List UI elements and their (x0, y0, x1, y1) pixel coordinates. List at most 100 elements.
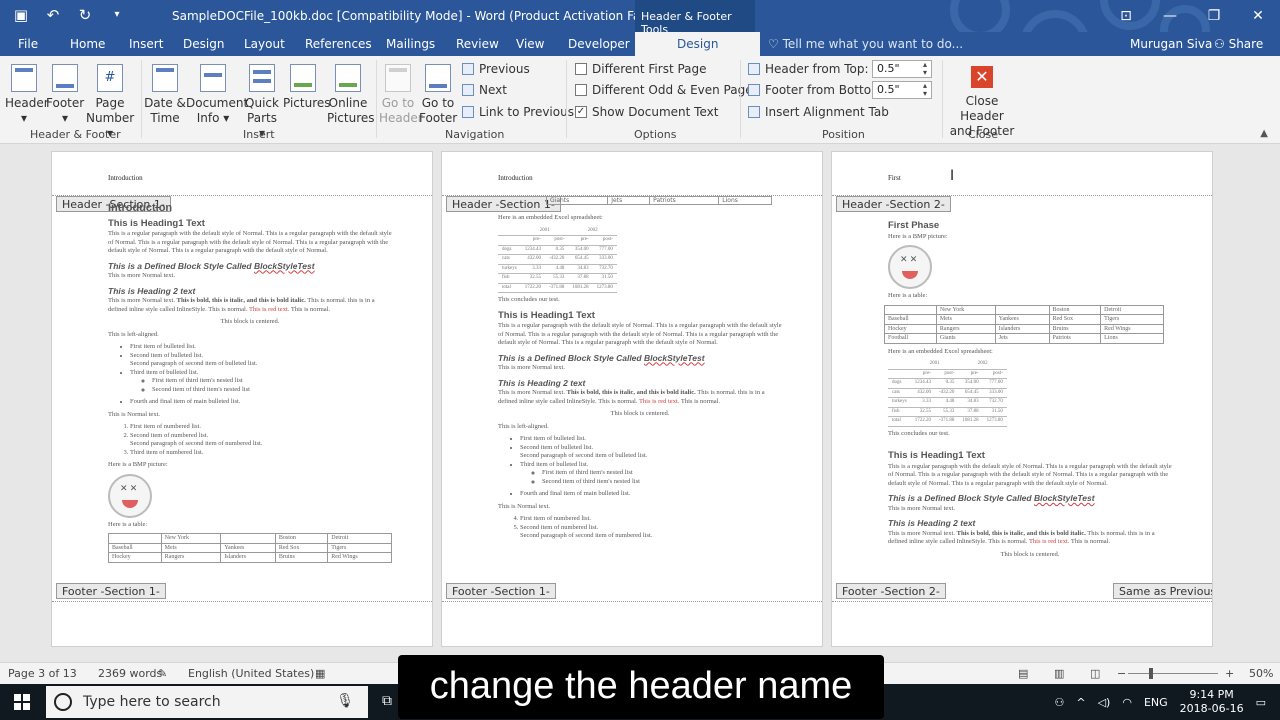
list-item: First item of third item's nested list (152, 377, 392, 386)
tab-design[interactable]: Design (183, 37, 224, 51)
minimize-button[interactable]: — (1148, 0, 1192, 32)
tell-me-search[interactable]: ♡ Tell me what you want to do... (768, 37, 963, 51)
tab-view[interactable]: View (516, 37, 544, 51)
tab-insert[interactable]: Insert (129, 37, 163, 51)
sports-table: New York Boston Detroit Baseball Mets Yankee… (108, 533, 392, 563)
header-text[interactable]: Introduction (498, 174, 533, 182)
taskbar-search[interactable]: Type here to search 🎙 (46, 686, 368, 718)
list-item: Second paragraph of second item of bulle… (520, 452, 648, 459)
pictures-button[interactable]: Pictures (283, 64, 331, 111)
show-document-text-checkbox[interactable]: ✓ Show Document Text (575, 105, 718, 119)
user-name[interactable]: Murugan Siva (1130, 37, 1212, 51)
excel-col (498, 235, 521, 246)
next-button[interactable]: Next (462, 83, 507, 97)
tab-developer[interactable]: Developer (568, 37, 630, 51)
redo-icon[interactable]: ↻ (76, 6, 94, 24)
zoom-in-icon[interactable]: + (1225, 667, 1234, 680)
zoom-slider[interactable] (1128, 673, 1218, 674)
language[interactable]: English (United States) (188, 667, 314, 680)
web-layout-icon[interactable]: ◫ (1090, 667, 1100, 680)
table-cell: Jets (994, 333, 1050, 344)
alignment-tab-icon (748, 106, 760, 118)
block-style-text: This is a Defined Block Style Called (888, 493, 1034, 503)
task-view-icon[interactable]: ⧉ (382, 693, 392, 709)
volume-icon[interactable]: ◁) (1098, 696, 1111, 709)
zoom-level[interactable]: 50% (1249, 667, 1273, 680)
zoom-slider-thumb[interactable] (1149, 668, 1153, 679)
document-info-button[interactable]: Document Info ▾ (186, 64, 248, 126)
previous-button[interactable]: Previous (462, 62, 530, 76)
more-icon[interactable]: ▾ (108, 6, 126, 24)
undo-icon[interactable]: ↶ (44, 6, 62, 24)
read-mode-icon[interactable]: ▤ (1018, 667, 1028, 680)
maximize-button[interactable]: ❐ (1192, 0, 1236, 32)
list-item: Second item of third item's nested list (152, 386, 392, 395)
header-text[interactable]: Introduction (108, 174, 143, 182)
table-cell: Red Sox (274, 542, 329, 553)
notifications-icon[interactable]: ▭ (1256, 696, 1266, 709)
excel-col: post- (544, 235, 569, 246)
table-cell: Baseball (884, 314, 937, 325)
intro-heading: Introduction (108, 202, 173, 214)
network-icon[interactable]: ◠ (1122, 696, 1132, 709)
normal-paragraph: This is a regular paragraph with the def… (108, 230, 392, 254)
header-text[interactable]: First (888, 174, 901, 182)
word-count[interactable]: 2369 words (98, 667, 162, 680)
different-odd-even-checkbox[interactable]: Different Odd & Even Pages (575, 83, 759, 97)
people-icon[interactable]: ⚇ (1054, 696, 1064, 709)
save-icon[interactable]: ▣ (12, 6, 30, 24)
footer-from-bottom-input[interactable]: 0.5" (872, 81, 932, 99)
windows-start-icon[interactable] (14, 694, 30, 710)
show-text-label: Show Document Text (592, 105, 719, 119)
tab-hf-design[interactable]: Design (635, 32, 761, 56)
excel-cell: 3.33 (910, 397, 935, 408)
insert-alignment-tab-button[interactable]: Insert Alignment Tab (748, 105, 889, 119)
date-time-button[interactable]: Date & Time (144, 64, 186, 126)
excel-cell: 654.45 (958, 388, 983, 398)
zoom-out-icon[interactable]: − (1117, 667, 1126, 680)
excel-col: pre- (568, 235, 593, 246)
separator (740, 60, 741, 138)
print-layout-icon[interactable]: ▥ (1054, 667, 1064, 680)
header-from-top-input[interactable]: 0.5" (872, 60, 932, 78)
tab-file[interactable]: File (18, 37, 38, 51)
collapse-ribbon-icon[interactable]: ▲ (1260, 128, 1268, 139)
close-label-1: Close Header (960, 94, 1004, 123)
window-controls: ⊡ — ❐ ✕ (1104, 0, 1280, 32)
link-to-previous-button[interactable]: Link to Previous (462, 105, 574, 119)
clock[interactable]: 9:14 PM 2018-06-16 (1180, 688, 1244, 716)
keyboard-lang[interactable]: ENG (1144, 696, 1168, 709)
text-cursor-icon: I (950, 168, 955, 184)
tab-mailings[interactable]: Mailings (386, 37, 435, 51)
go-to-header-button[interactable]: Go to Header (379, 64, 423, 126)
tab-layout[interactable]: Layout (244, 37, 285, 51)
tab-home[interactable]: Home (70, 37, 105, 51)
first-phase-heading: First Phase (888, 220, 940, 231)
header-button[interactable]: Header ▾ (5, 64, 49, 126)
footer-button[interactable]: Footer ▾ (46, 64, 84, 126)
left-aligned-text: This is left-aligned. (498, 422, 549, 430)
microphone-icon[interactable]: 🎙 (336, 693, 354, 709)
heading-2: This is Heading 2 text (498, 377, 586, 388)
share-button[interactable]: ⚇ Share (1214, 37, 1263, 51)
page-count[interactable]: Page 3 of 13 (8, 667, 77, 680)
go-to-footer-button[interactable]: Go to Footer (419, 64, 457, 126)
tab-references[interactable]: References (305, 37, 372, 51)
concludes-text: This concludes our test. (498, 296, 560, 303)
online-label-1: Online (328, 96, 368, 110)
table-cell: Boston (1048, 304, 1102, 315)
macro-icon[interactable]: ▦ (315, 667, 325, 680)
inline-red: This is red text. (1028, 538, 1070, 545)
different-first-page-checkbox[interactable]: Different First Page (575, 62, 707, 76)
excel-cell: 732.70 (592, 264, 617, 274)
chevron-up-icon[interactable]: ^ (1076, 696, 1085, 709)
online-pictures-button[interactable]: Online Pictures (327, 64, 375, 126)
excel-col: pre- (958, 369, 983, 379)
ribbon-display-icon[interactable]: ⊡ (1104, 0, 1148, 32)
inline-text: This is more Normal text. (498, 389, 567, 396)
heading-1: This is Heading1 Text (108, 217, 205, 229)
close-window-button[interactable]: ✕ (1236, 0, 1280, 32)
proofing-icon[interactable]: ✎ (158, 667, 167, 680)
table-cell: Islanders (994, 323, 1050, 334)
tab-review[interactable]: Review (456, 37, 499, 51)
